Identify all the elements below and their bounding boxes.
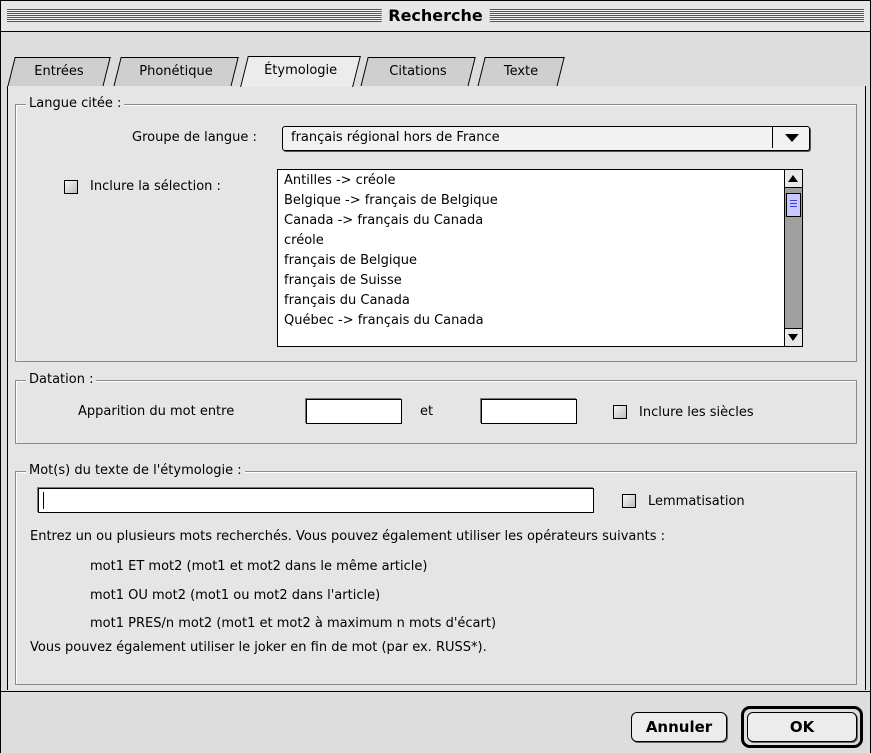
list-item[interactable]: Québec -> français du Canada	[284, 313, 484, 329]
tab-texte-label: Texte	[503, 64, 539, 79]
tab-etymologie[interactable]: Étymologie	[240, 56, 361, 87]
et-label: et	[420, 404, 434, 419]
list-item[interactable]: Canada -> français du Canada	[284, 213, 483, 229]
title-bar[interactable]: Recherche	[1, 1, 870, 32]
lemmatisation-label: Lemmatisation	[648, 494, 745, 509]
date-to-input[interactable]	[482, 400, 576, 423]
tab-entrees-label: Entrées	[34, 64, 84, 79]
operator-et-text: mot1 ET mot2 (mot1 et mot2 dans le même …	[90, 559, 428, 574]
etymologie-panel: Langue citée : Groupe de langue : frança…	[7, 86, 866, 690]
groupe-de-langue-value: français régional hors de France	[291, 130, 500, 145]
dialog-footer: Annuler OK	[1, 691, 870, 753]
date-to-field[interactable]	[481, 399, 577, 424]
help-joker-text: Vous pouvez également utiliser le joker …	[30, 640, 487, 655]
date-from-field[interactable]	[306, 399, 402, 424]
ok-button[interactable]: OK	[747, 712, 857, 742]
chevron-down-icon	[772, 127, 809, 148]
operator-ou-text: mot1 OU mot2 (mot1 ou mot2 dans l'articl…	[90, 588, 381, 603]
scroll-thumb[interactable]	[786, 193, 801, 217]
tab-entrees[interactable]: Entrées	[7, 57, 111, 87]
datation-legend: Datation :	[26, 372, 97, 388]
mots-field[interactable]	[38, 488, 594, 513]
inclure-siecles-checkbox[interactable]	[613, 405, 627, 419]
inclure-siecles-label: Inclure les siècles	[639, 405, 754, 420]
tab-texte[interactable]: Texte	[477, 57, 565, 87]
window-title: Recherche	[381, 5, 490, 26]
list-item[interactable]: français du Canada	[284, 293, 410, 309]
scroll-up-arrow-icon[interactable]	[785, 170, 802, 188]
tab-bar: Entrées Phonétique Étymologie Citations …	[1, 31, 870, 87]
groupe-de-langue-label: Groupe de langue :	[132, 130, 257, 145]
mots-input[interactable]	[39, 489, 593, 512]
apparition-label: Apparition du mot entre	[78, 404, 235, 419]
language-listbox[interactable]: Antilles -> créole Belgique -> français …	[277, 169, 803, 347]
tab-phonetique[interactable]: Phonétique	[113, 57, 239, 87]
tab-citations-label: Citations	[389, 64, 447, 79]
text-caret	[43, 492, 44, 509]
groupe-de-langue-select[interactable]: français régional hors de France	[282, 126, 810, 151]
help-intro-text: Entrez un ou plusieurs mots recherchés. …	[30, 529, 665, 544]
list-scrollbar[interactable]	[784, 170, 802, 346]
mots-group: Mot(s) du texte de l'étymologie : Lemmat…	[15, 463, 857, 685]
mots-legend: Mot(s) du texte de l'étymologie :	[26, 463, 245, 479]
langue-citee-legend: Langue citée :	[26, 96, 125, 112]
inclure-selection-checkbox[interactable]	[64, 180, 78, 194]
list-item[interactable]: français de Suisse	[284, 273, 402, 289]
list-item[interactable]: Belgique -> français de Belgique	[284, 193, 498, 209]
tab-etymologie-label: Étymologie	[264, 63, 338, 78]
list-item[interactable]: français de Belgique	[284, 253, 417, 269]
inclure-selection-label: Inclure la sélection :	[90, 179, 221, 194]
cancel-button[interactable]: Annuler	[631, 712, 727, 742]
date-from-input[interactable]	[307, 400, 401, 423]
operator-pres-text: mot1 PRES/n mot2 (mot1 et mot2 à maximum…	[90, 616, 497, 631]
lemmatisation-checkbox[interactable]	[622, 494, 636, 508]
datation-group: Datation : Apparition du mot entre et In…	[15, 372, 857, 444]
langue-citee-group: Langue citée : Groupe de langue : frança…	[15, 96, 857, 362]
list-item[interactable]: créole	[284, 233, 324, 249]
tab-phonetique-label: Phonétique	[139, 64, 213, 79]
scroll-down-arrow-icon[interactable]	[785, 328, 802, 346]
tab-citations[interactable]: Citations	[360, 57, 476, 87]
list-item[interactable]: Antilles -> créole	[284, 173, 395, 189]
search-dialog: Recherche Entrées Phonétique Étymologie …	[0, 0, 871, 753]
